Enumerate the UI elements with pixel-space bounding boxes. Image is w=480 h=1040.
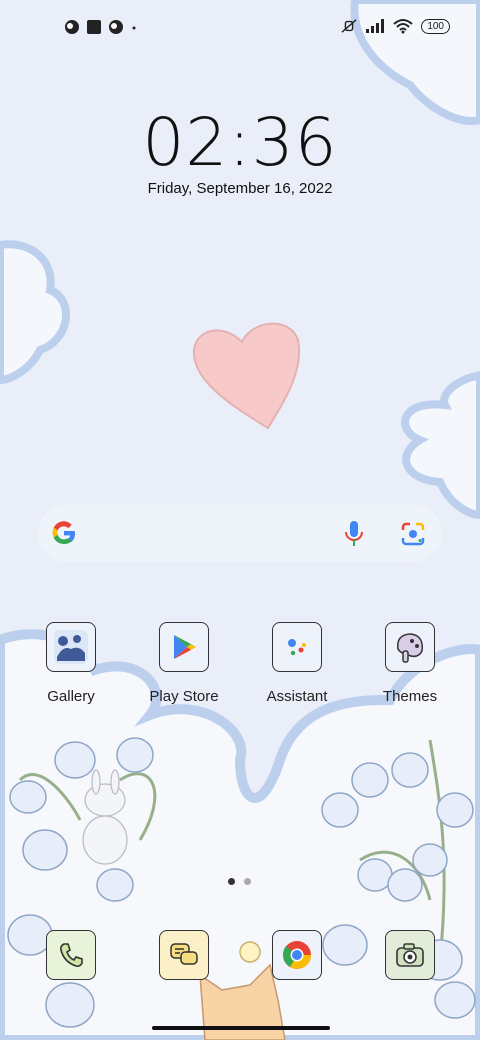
dock-messages[interactable] — [134, 930, 234, 980]
app-label: Play Store — [149, 688, 219, 705]
page-dot — [244, 878, 251, 885]
app-gallery[interactable]: Gallery — [21, 622, 121, 705]
signal-icon — [366, 19, 385, 33]
play-store-icon — [159, 622, 209, 672]
gesture-nav-bar[interactable] — [152, 1026, 330, 1030]
status-bar: 100 — [0, 0, 480, 56]
notification-icons — [64, 19, 136, 35]
wifi-icon — [393, 19, 413, 34]
themes-icon — [385, 622, 435, 672]
camera-icon — [385, 930, 435, 980]
page-dot-active — [228, 878, 235, 885]
chrome-icon — [272, 930, 322, 980]
app-label: Themes — [382, 688, 438, 705]
assistant-icon — [272, 622, 322, 672]
dock-phone[interactable] — [21, 930, 121, 980]
lens-icon[interactable] — [400, 521, 426, 547]
gallery-icon — [46, 622, 96, 672]
battery-indicator: 100 — [421, 18, 450, 34]
app-notification-icon — [109, 20, 123, 34]
phone-icon — [46, 930, 96, 980]
dock-chrome[interactable] — [247, 930, 347, 980]
messages-icon — [159, 930, 209, 980]
lock-date[interactable]: Friday, September 16, 2022 — [0, 180, 480, 197]
google-icon — [52, 521, 75, 545]
square-notification-icon — [87, 20, 101, 34]
google-search-bar[interactable] — [38, 504, 442, 562]
app-assistant[interactable]: Assistant — [247, 622, 347, 705]
lock-clock[interactable]: 02:36 — [0, 104, 480, 181]
mic-icon[interactable] — [344, 520, 364, 548]
app-themes[interactable]: Themes — [360, 622, 460, 705]
app-notification-icon — [65, 20, 79, 34]
app-play-store[interactable]: Play Store — [134, 622, 234, 705]
app-label: Gallery — [47, 688, 95, 705]
silent-icon — [341, 19, 357, 33]
app-label: Assistant — [266, 688, 328, 705]
dock-camera[interactable] — [360, 930, 460, 980]
page-indicator — [228, 878, 251, 885]
more-dot-icon — [132, 26, 136, 30]
